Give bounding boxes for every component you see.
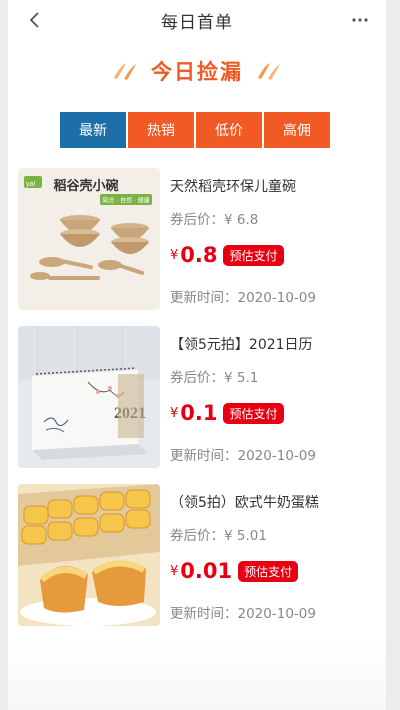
coupon-price: 券后价：¥ 5.1 [170,370,259,386]
brush-stroke-icon [114,63,136,80]
currency-symbol: ¥ [170,563,179,579]
product-name[interactable]: 【领5元拍】2021日历 [170,334,313,354]
currency-symbol: ¥ [170,405,179,421]
back-button[interactable] [24,8,44,32]
item-info: 【领5元拍】2021日历 券后价：¥ 5.1 ¥ 0.1 预估支付 更新时间：2… [170,326,380,468]
page-title: 每日首单 [161,12,233,33]
section-banner: 今日捡漏 [8,52,386,90]
estimate-pay-badge[interactable]: 预估支付 [223,402,284,424]
price-value: 0.1 [180,401,218,425]
more-dots-icon [352,18,368,22]
calendar-image: 2021 [18,326,160,468]
list-item[interactable]: 2021 【领5元拍】2021日历 券后价：¥ 5.1 ¥ 0.1 预估支付 更… [18,326,378,468]
price-value: 0.01 [180,559,233,583]
thumb-badge: ya! [26,181,35,188]
list-item[interactable]: （领5拍）欧式牛奶蛋糕 券后价：¥ 5.01 ¥ 0.01 预估支付 更新时间：… [18,484,378,626]
price-row: ¥ 0.1 预估支付 [170,398,284,428]
more-button[interactable] [350,10,370,30]
coupon-price: 券后价：¥ 6.8 [170,212,259,228]
product-name[interactable]: 天然稻壳环保儿童碗 [170,176,296,196]
estimate-pay-badge[interactable]: 预估支付 [223,244,284,266]
price-row: ¥ 0.8 预估支付 [170,240,284,270]
update-time: 更新时间：2020-10-09 [170,448,316,464]
list-bottom-area [8,640,386,710]
thumb-subtitle: 简洁 · 自然 · 健康 [102,197,149,205]
update-time: 更新时间：2020-10-09 [170,606,316,622]
estimate-pay-badge[interactable]: 预估支付 [238,560,299,582]
list-item[interactable]: ya! 稻谷壳小碗 简洁 · 自然 · 健康 天然稻壳环保儿童碗 券后价：¥ 6… [18,168,378,310]
tab-low-price[interactable]: 低价 [196,112,262,148]
page: 每日首单 今日捡漏 最新 热销 低价 高佣 ya! 稻谷壳小碗 简洁 · 自然 … [8,0,386,710]
chevron-left-icon [29,12,39,28]
price-row: ¥ 0.01 预估支付 [170,556,299,586]
product-name[interactable]: （领5拍）欧式牛奶蛋糕 [170,492,319,512]
product-image[interactable]: 2021 [18,326,160,468]
tab-hot[interactable]: 热销 [128,112,194,148]
banner-title: 今日捡漏 [151,60,243,84]
product-image[interactable] [18,484,160,626]
price-value: 0.8 [180,243,218,267]
bowl-image: ya! 稻谷壳小碗 简洁 · 自然 · 健康 [18,168,160,310]
tab-latest[interactable]: 最新 [60,112,126,148]
coupon-price: 券后价：¥ 5.01 [170,528,267,544]
thumb-title: 稻谷壳小碗 [53,178,118,194]
item-info: 天然稻壳环保儿童碗 券后价：¥ 6.8 ¥ 0.8 预估支付 更新时间：2020… [170,168,380,310]
update-time: 更新时间：2020-10-09 [170,290,316,306]
tab-high-commission[interactable]: 高佣 [264,112,330,148]
brush-stroke-icon [258,63,280,80]
cake-image [18,484,160,626]
product-image[interactable]: ya! 稻谷壳小碗 简洁 · 自然 · 健康 [18,168,160,310]
item-info: （领5拍）欧式牛奶蛋糕 券后价：¥ 5.01 ¥ 0.01 预估支付 更新时间：… [170,484,380,626]
top-bar: 每日首单 [8,0,386,40]
currency-symbol: ¥ [170,247,179,263]
filter-tabs: 最新 热销 低价 高佣 [60,112,330,148]
